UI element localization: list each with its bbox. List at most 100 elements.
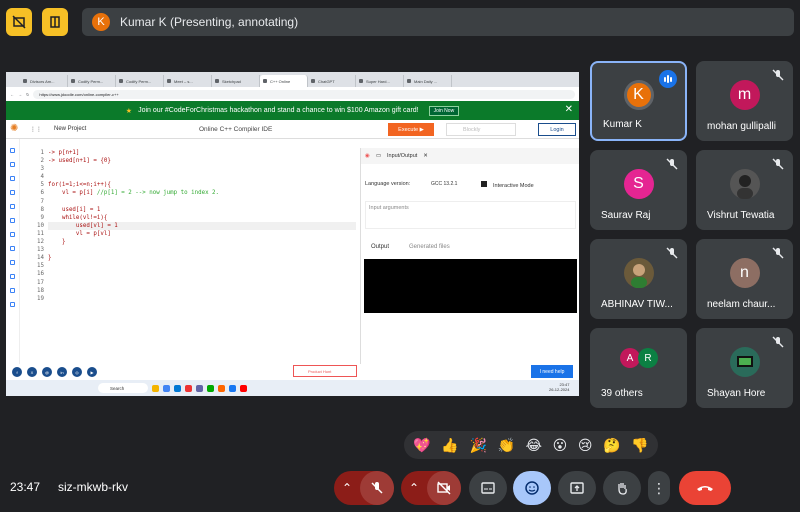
embed-icon[interactable] <box>10 204 15 209</box>
git-icon[interactable] <box>10 232 15 237</box>
output-terminal[interactable] <box>364 259 577 313</box>
teams-icon[interactable] <box>196 384 203 392</box>
file-icon[interactable] <box>10 148 15 153</box>
camera-off-button[interactable] <box>427 471 461 505</box>
participant-tile[interactable]: ABHINAV TIW... <box>590 239 687 319</box>
layout-icon[interactable] <box>42 8 68 36</box>
checkbox-icon[interactable] <box>481 181 487 187</box>
save-icon[interactable] <box>10 218 15 223</box>
party-reaction[interactable]: 🎉 <box>469 437 486 454</box>
interactive-mode-toggle[interactable]: Interactive Mode <box>481 181 534 189</box>
thumbs-up-reaction[interactable]: 👍 <box>441 437 458 454</box>
jdoodle-logo-icon[interactable]: ✺ <box>10 123 22 135</box>
linkedin-icon[interactable]: in <box>57 367 67 377</box>
forward-icon[interactable]: → <box>18 92 22 97</box>
participant-tile[interactable]: Shayan Hore <box>696 328 793 408</box>
product-hunt-badge[interactable]: Product Hunt <box>293 365 357 377</box>
taskbar-search[interactable]: Search <box>98 383 148 393</box>
blockly-button[interactable]: Blockly <box>446 123 516 136</box>
output-tab[interactable]: Output <box>371 244 389 250</box>
youtube-app-icon[interactable] <box>240 384 247 392</box>
join-now-button[interactable]: Join Now <box>428 105 460 116</box>
explorer-icon[interactable] <box>152 384 159 392</box>
grid-icon[interactable]: ⋮⋮ <box>30 126 42 133</box>
url-input[interactable]: https://www.jdoodle.com/online-compiler-… <box>33 89 575 99</box>
browser-tab[interactable]: Meet – s... <box>164 75 212 87</box>
login-button[interactable]: Login <box>538 123 576 136</box>
surprised-reaction[interactable]: 😮 <box>553 437 568 454</box>
browser-tab[interactable]: Super Hard... <box>356 75 404 87</box>
eye-icon[interactable]: ◉ <box>365 153 370 159</box>
copy-icon[interactable] <box>10 246 15 251</box>
more-options-button[interactable]: ⋮ <box>648 471 670 505</box>
monitor-icon[interactable]: ▭ <box>376 153 381 159</box>
chrome-icon[interactable] <box>163 384 170 392</box>
io-tab[interactable]: Input/Output <box>387 153 417 159</box>
execute-button[interactable]: Execute ▶ <box>388 123 434 136</box>
present-off-icon[interactable] <box>6 8 32 36</box>
reactions-bar: 💖 👍 🎉 👏 😂 😮 😢 🤔 👎 <box>404 431 658 459</box>
reload-icon[interactable]: ↻ <box>26 92 29 97</box>
edge-icon[interactable] <box>174 384 181 392</box>
thumbs-down-reaction[interactable]: 👎 <box>631 437 648 454</box>
email-icon[interactable]: @ <box>42 367 52 377</box>
gcc-select[interactable]: GCC 13.2.1 <box>431 181 457 187</box>
instagram-icon[interactable]: ◎ <box>72 367 82 377</box>
download-icon[interactable] <box>10 260 15 265</box>
app-icon[interactable] <box>218 384 225 392</box>
history-icon[interactable] <box>10 176 15 181</box>
line-number: 15 <box>37 263 44 270</box>
facebook-icon[interactable]: f <box>12 367 22 377</box>
avatar: A <box>620 348 640 368</box>
emoji-button[interactable] <box>513 471 551 505</box>
chevron-up-icon[interactable]: ⌃ <box>334 481 360 495</box>
x-icon[interactable]: X <box>27 367 37 377</box>
browser-tab-active[interactable]: C++ Online <box>260 75 308 87</box>
thinking-reaction[interactable]: 🤔 <box>603 437 620 454</box>
app-icon[interactable] <box>185 384 192 392</box>
sad-reaction[interactable]: 😢 <box>578 437 593 454</box>
leave-call-button[interactable] <box>679 471 731 505</box>
participant-tile[interactable]: n neelam chaur... <box>696 239 793 319</box>
browser-tab[interactable]: Divisors Am... <box>20 75 68 87</box>
participant-tile[interactable]: m mohan gullipalli <box>696 61 793 141</box>
chevron-up-icon[interactable]: ⌃ <box>401 481 427 495</box>
facebook-app-icon[interactable] <box>229 384 236 392</box>
help-button[interactable]: I need help <box>531 365 573 378</box>
raise-hand-button[interactable] <box>603 471 641 505</box>
promo-banner: ★ Join our #CodeForChristmas hackathon a… <box>6 101 579 120</box>
present-button[interactable] <box>558 471 596 505</box>
share-icon[interactable] <box>10 190 15 195</box>
settings-icon[interactable] <box>10 288 15 293</box>
captions-button[interactable] <box>469 471 507 505</box>
browser-tab[interactable]: Sketchpad <box>212 75 260 87</box>
present-icon <box>570 482 584 494</box>
browser-tab[interactable]: Main Daily ... <box>404 75 452 87</box>
others-tile[interactable]: A R 39 others <box>590 328 687 408</box>
browser-tab[interactable]: Codify Perm... <box>68 75 116 87</box>
heart-reaction[interactable]: 💖 <box>413 437 430 454</box>
participant-tile[interactable]: Vishrut Tewatia <box>696 150 793 230</box>
line-number: 9 <box>40 214 45 221</box>
windows-taskbar: Search 23:47 26-12-2024 <box>6 380 579 396</box>
youtube-icon[interactable]: ▶ <box>87 367 97 377</box>
mic-off-button[interactable] <box>360 471 394 505</box>
clap-reaction[interactable]: 👏 <box>498 437 515 454</box>
close-icon[interactable]: ✕ <box>565 104 573 115</box>
code-editor[interactable]: 1 2 3 4 5 6 7 8 9 10 11 12 13 14 15 16 17 18 19 -> p[n+1] … <box>20 139 360 364</box>
browser-tab[interactable]: ChatGPT <box>308 75 356 87</box>
shared-screen: Divisors Am... Codify Perm... Codify Per… <box>6 72 579 396</box>
folder-icon[interactable] <box>10 162 15 167</box>
back-icon[interactable]: ← <box>10 92 14 97</box>
upload-icon[interactable] <box>10 274 15 279</box>
participant-tile[interactable]: K Kumar K <box>590 61 687 141</box>
app-icon[interactable] <box>207 384 214 392</box>
participant-tile[interactable]: S Saurav Raj <box>590 150 687 230</box>
input-arguments-field[interactable]: Input arguments <box>365 201 576 229</box>
laugh-reaction[interactable]: 😂 <box>526 437 542 454</box>
browser-tab[interactable]: Codify Perm... <box>116 75 164 87</box>
close-tab-icon[interactable]: ✕ <box>423 153 428 159</box>
generated-files-tab[interactable]: Generated files <box>409 244 450 250</box>
info-icon[interactable] <box>10 302 15 307</box>
new-project-button[interactable]: New Project <box>54 126 86 132</box>
